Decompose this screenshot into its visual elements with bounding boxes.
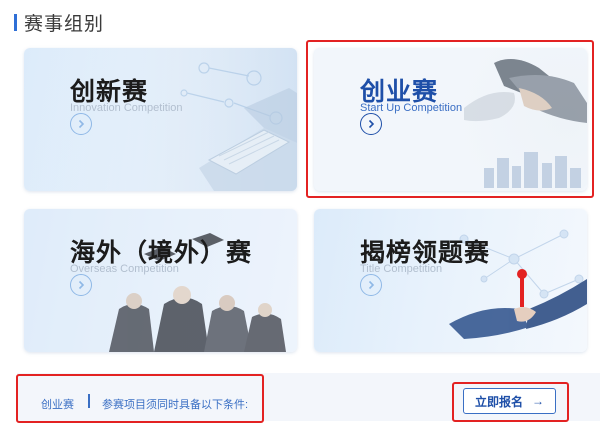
apply-button-label: 立即报名	[474, 394, 523, 409]
arrow-right-circle-icon[interactable]	[70, 113, 92, 135]
arrow-right-icon: →	[532, 394, 544, 408]
arrow-right-circle-icon[interactable]	[360, 113, 382, 135]
section-header: 赛事组别	[14, 10, 105, 35]
card-overseas[interactable]: 海外（境外）赛 Overseas Competition	[24, 209, 297, 352]
card-subtitle: Overseas Competition	[70, 263, 179, 275]
handshake-business-photo	[314, 48, 587, 191]
apply-button[interactable]: 立即报名 →	[463, 388, 556, 414]
section-title: 赛事组别	[24, 12, 105, 35]
arrow-right-circle-icon[interactable]	[70, 274, 92, 296]
info-category: 创业赛	[41, 399, 74, 411]
info-condition: 参赛项目须同时具备以下条件:	[102, 399, 249, 411]
card-subtitle: Start Up Competition	[360, 102, 463, 114]
info-separator	[88, 394, 90, 408]
section-accent-bar	[14, 13, 17, 31]
card-subtitle: Innovation Competition	[70, 102, 183, 114]
card-title-competition[interactable]: 揭榜领题赛 Title Competition	[314, 209, 587, 352]
card-startup[interactable]: 创业赛 Start Up Competition	[314, 48, 587, 191]
graduates-photo	[24, 209, 297, 352]
card-innovation[interactable]: 创新赛 Innovation Competition	[24, 48, 297, 191]
arrow-right-circle-icon[interactable]	[360, 274, 382, 296]
handshake-network-photo	[449, 229, 587, 339]
laptop-tech-illustration	[24, 48, 297, 191]
